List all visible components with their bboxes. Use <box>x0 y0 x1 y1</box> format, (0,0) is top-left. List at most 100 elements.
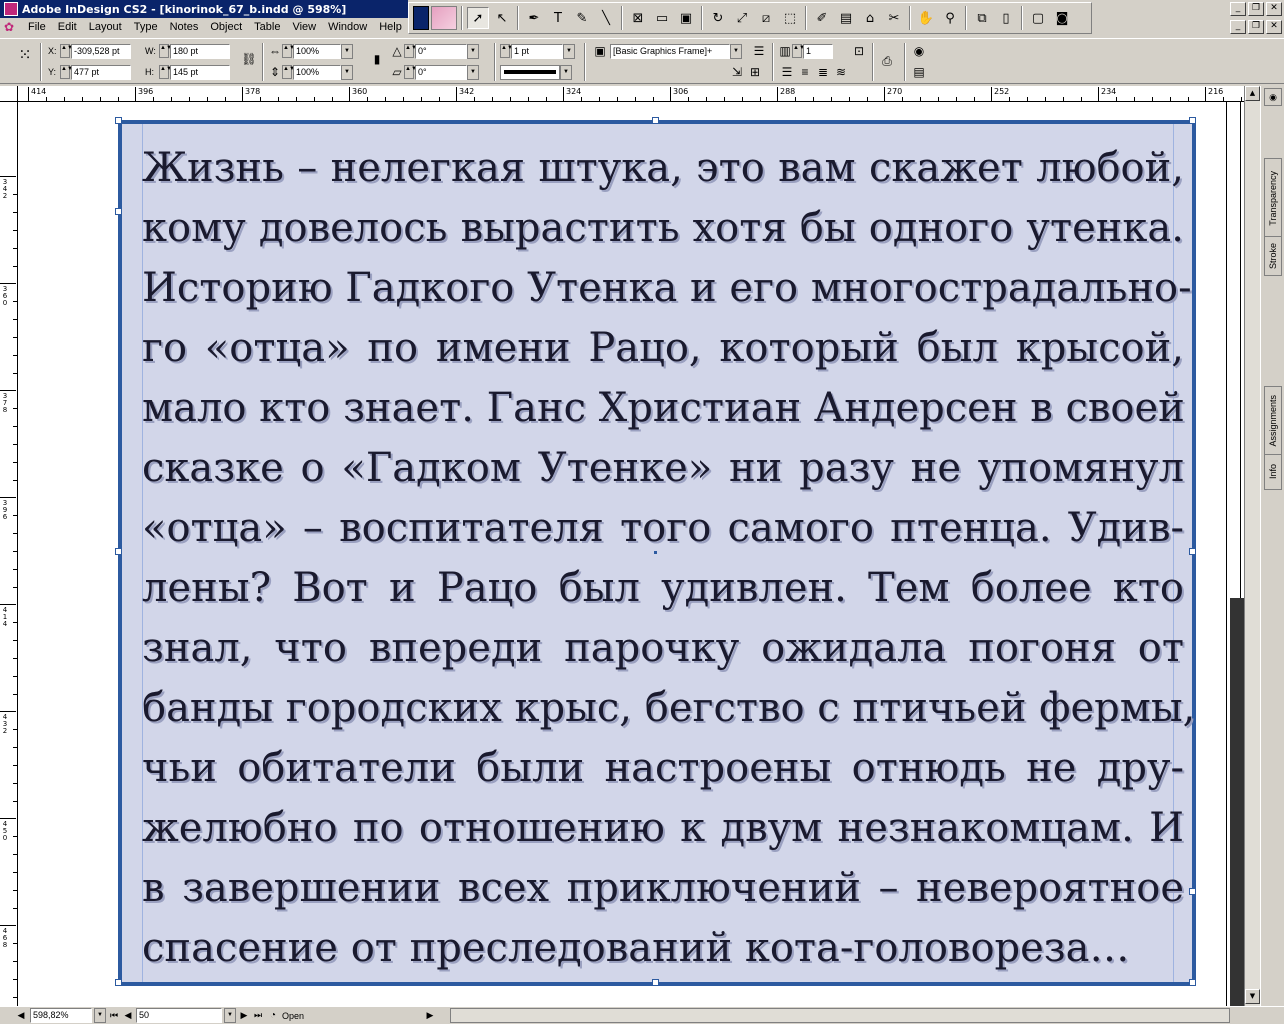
story-line[interactable]: желюбно по отношению к двум незнакомцам.… <box>142 798 1184 858</box>
menu-view[interactable]: View <box>286 21 322 33</box>
zoom-field[interactable]: 598,82% <box>30 1008 92 1023</box>
chain-link-icon[interactable]: ⛓ <box>240 50 258 68</box>
menu-type[interactable]: Type <box>128 21 164 33</box>
story-line[interactable]: кому довелось вырастить хотя бы одного у… <box>142 198 1184 258</box>
handle-bottom-left[interactable] <box>115 979 122 986</box>
page-dropdown[interactable]: ▼ <box>224 1008 236 1023</box>
handle-middle-left[interactable] <box>115 548 122 555</box>
selection-tool-icon[interactable]: ➚ <box>467 7 489 29</box>
button-slice-icon[interactable]: ⌂ <box>859 7 881 29</box>
fill-stroke-swap-icon[interactable]: ⧉ <box>971 7 993 29</box>
direct-selection-tool-icon[interactable]: ↖ <box>491 7 513 29</box>
rotation-field[interactable]: 0° <box>415 43 467 59</box>
button-tool-icon[interactable]: ▣ <box>675 7 697 29</box>
gradient-tool-icon[interactable]: ▤ <box>835 7 857 29</box>
handle-middle-right[interactable] <box>1189 548 1196 555</box>
stroke-type-dropdown[interactable]: ▼ <box>560 64 572 80</box>
h-field[interactable]: 145 pt <box>170 64 230 80</box>
scale-lock-icon[interactable]: ▮ <box>368 50 386 68</box>
align-center-icon[interactable]: ≡ <box>796 63 814 81</box>
text-frame[interactable]: Жизнь – нелегкая штука, это вам скажет л… <box>118 120 1196 986</box>
menu-file[interactable]: File <box>22 21 52 33</box>
tab-stroke[interactable]: Stroke <box>1264 236 1282 276</box>
story-line[interactable]: лены? Вот и Рацо был удивлен. Тем более … <box>142 558 1184 618</box>
clear-overrides-icon[interactable]: ⇲ <box>728 63 746 81</box>
vertical-ruler[interactable]: 3 4 2 3 6 0 3 7 8 3 9 6 4 1 4 4 3 2 4 5 0 4 6 8 <box>0 102 18 1006</box>
menu-table[interactable]: Table <box>248 21 286 33</box>
menu-notes[interactable]: Notes <box>164 21 205 33</box>
story-line[interactable]: чьи обитатели были настроены отнюдь не д… <box>142 738 1184 798</box>
tab-transparency[interactable]: Transparency <box>1264 158 1282 238</box>
panel-expand-icon[interactable]: ◉ <box>1264 88 1282 106</box>
line-tool-icon[interactable]: ╲ <box>595 7 617 29</box>
rotation-spinner[interactable]: ▲▼ <box>404 44 417 58</box>
document-canvas[interactable]: Жизнь – нелегкая штука, это вам скажет л… <box>18 102 1244 1006</box>
panel-arrow-icon[interactable]: ◉ <box>910 42 928 60</box>
rotate-tool-icon[interactable]: ↻ <box>707 7 729 29</box>
story-line[interactable]: в завершении всех приключений – невероят… <box>142 858 1184 918</box>
scale-x-field[interactable]: 100% <box>293 43 341 59</box>
scroll-left-icon[interactable]: ◀ <box>14 1007 28 1024</box>
object-style-field[interactable]: [Basic Graphics Frame]+ <box>610 43 730 59</box>
preview-mode-icon[interactable]: ◙ <box>1051 7 1073 29</box>
frame-fitting-icon[interactable]: ⊡ <box>850 42 868 60</box>
story-line[interactable]: банды городских крыс, бегство с птичьей … <box>142 678 1195 738</box>
scale-tool-icon[interactable]: ⤢ <box>731 7 753 29</box>
columns-spinner[interactable]: ▲▼ <box>792 44 805 58</box>
y-field[interactable]: 477 pt <box>71 64 131 80</box>
scale-x-spinner[interactable]: ▲▼ <box>282 44 295 58</box>
story-line[interactable]: мало кто знает. Ганс Христиан Андерсен в… <box>142 378 1185 438</box>
panel-menu-icon[interactable]: ▤ <box>910 63 928 81</box>
normal-view-icon[interactable]: ▢ <box>1027 7 1049 29</box>
align-top-icon[interactable]: ☰ <box>778 63 796 81</box>
reference-point-grid[interactable]: ⁙ <box>16 47 34 64</box>
hand-tool-icon[interactable]: ✋ <box>915 7 937 29</box>
minimize-icon[interactable]: _ <box>1230 2 1246 16</box>
next-page-icon[interactable]: ▶ <box>238 1007 250 1024</box>
story-line[interactable]: спасение от преследований кота-головорез… <box>142 918 1184 978</box>
fill-swatch[interactable] <box>413 6 429 30</box>
out-port-handle[interactable] <box>1189 888 1196 895</box>
rectangle-tool-icon[interactable]: ▭ <box>651 7 673 29</box>
zoom-tool-icon[interactable]: ⚲ <box>939 7 961 29</box>
zoom-dropdown[interactable]: ▼ <box>94 1008 106 1023</box>
page-number-field[interactable]: 50 <box>136 1008 222 1023</box>
menu-edit[interactable]: Edit <box>52 21 83 33</box>
apply-color-icon[interactable]: ▯ <box>995 7 1017 29</box>
w-field[interactable]: 180 pt <box>170 43 230 59</box>
doc-minimize-icon[interactable]: _ <box>1230 20 1246 34</box>
shear-dropdown[interactable]: ▼ <box>467 64 479 80</box>
gradient-swatch[interactable] <box>431 6 457 30</box>
scale-y-dropdown[interactable]: ▼ <box>341 64 353 80</box>
handle-bottom-center[interactable] <box>652 979 659 986</box>
scale-x-dropdown[interactable]: ▼ <box>341 43 353 59</box>
scale-y-field[interactable]: 100% <box>293 64 341 80</box>
pencil-tool-icon[interactable]: ✎ <box>571 7 593 29</box>
menu-help[interactable]: Help <box>373 21 408 33</box>
document-status[interactable]: Open <box>282 1011 422 1021</box>
first-page-icon[interactable]: ⏮ <box>108 1007 120 1024</box>
pen-tool-icon[interactable]: ✒ <box>523 7 545 29</box>
stroke-weight-field[interactable]: 1 pt <box>511 43 563 59</box>
stroke-weight-dropdown[interactable]: ▼ <box>563 43 575 59</box>
last-page-icon[interactable]: ⏭ <box>252 1007 264 1024</box>
x-spinner[interactable]: ▲▼ <box>60 44 73 58</box>
constrain-proportions[interactable]: ⛓ <box>240 51 258 67</box>
doc-restore-icon[interactable]: ❐ <box>1248 20 1264 34</box>
columns-field[interactable]: 1 <box>803 43 833 59</box>
version-cue-icon[interactable]: ◔ <box>266 1007 280 1024</box>
object-styles-icon[interactable]: ▣ <box>590 42 610 60</box>
h-spinner[interactable]: ▲▼ <box>159 65 172 79</box>
free-transform-tool-icon[interactable]: ⬚ <box>779 7 801 29</box>
vertical-scrollbar[interactable]: ▲ ▼ <box>1244 86 1260 1006</box>
tab-info[interactable]: Info <box>1264 454 1282 490</box>
constrain-scale[interactable]: ▮ <box>368 51 386 67</box>
handle-bottom-right[interactable] <box>1189 979 1196 986</box>
story-line[interactable]: Историю Гадкого Утенка и его многострада… <box>142 258 1192 318</box>
scroll-up-icon[interactable]: ▲ <box>1245 86 1260 101</box>
type-tool-icon[interactable]: T <box>547 7 569 29</box>
document-menu-icon[interactable]: ✿ <box>4 20 18 34</box>
menu-window[interactable]: Window <box>322 21 373 33</box>
y-spinner[interactable]: ▲▼ <box>60 65 73 79</box>
story-line[interactable]: Жизнь – нелегкая штука, это вам скажет л… <box>142 138 1184 198</box>
